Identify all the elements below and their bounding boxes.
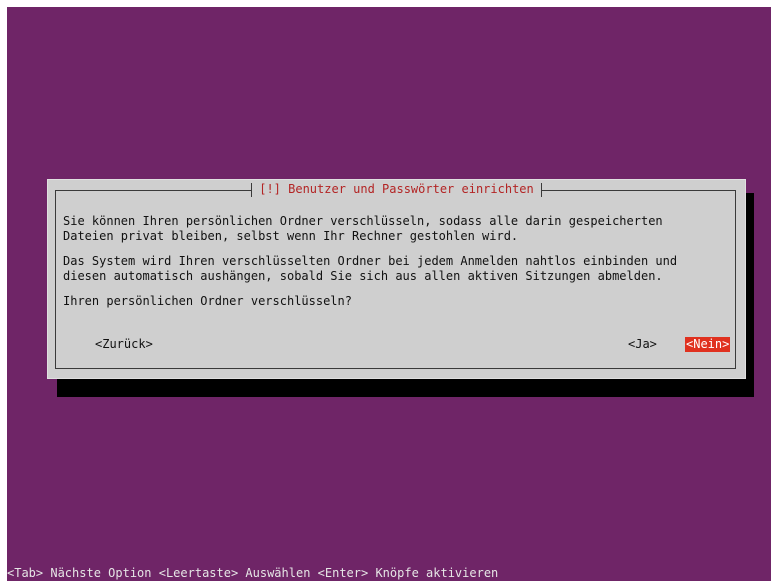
encryption-question: Ihren persönlichen Ordner verschlüsseln? <box>63 294 352 308</box>
paragraph-line: Dateien privat bleiben, selbst wenn Ihr … <box>63 229 519 243</box>
dialog-title-text: [!] Benutzer und Passwörter einrichten <box>251 182 542 196</box>
dialog-title: [!] Benutzer und Passwörter einrichten <box>47 181 746 197</box>
yes-button[interactable]: <Ja> <box>627 337 658 352</box>
paragraph-line: diesen automatisch aushängen, sobald Sie… <box>63 269 663 283</box>
status-bar: <Tab> Nächste Option <Leertaste> Auswähl… <box>7 566 499 580</box>
paragraph-line: Das System wird Ihren verschlüsselten Or… <box>63 254 678 268</box>
installer-screen: [!] Benutzer und Passwörter einrichten S… <box>7 7 771 581</box>
back-button[interactable]: <Zurück> <box>94 337 154 352</box>
dialog-body: Sie können Ihren persönlichen Ordner ver… <box>63 214 733 319</box>
no-button[interactable]: <Nein> <box>685 337 731 352</box>
setup-dialog: [!] Benutzer und Passwörter einrichten S… <box>47 179 746 379</box>
paragraph-encryption-info: Sie können Ihren persönlichen Ordner ver… <box>63 214 733 244</box>
paragraph-mount-info: Das System wird Ihren verschlüsselten Or… <box>63 254 733 284</box>
paragraph-line: Sie können Ihren persönlichen Ordner ver… <box>63 214 663 228</box>
